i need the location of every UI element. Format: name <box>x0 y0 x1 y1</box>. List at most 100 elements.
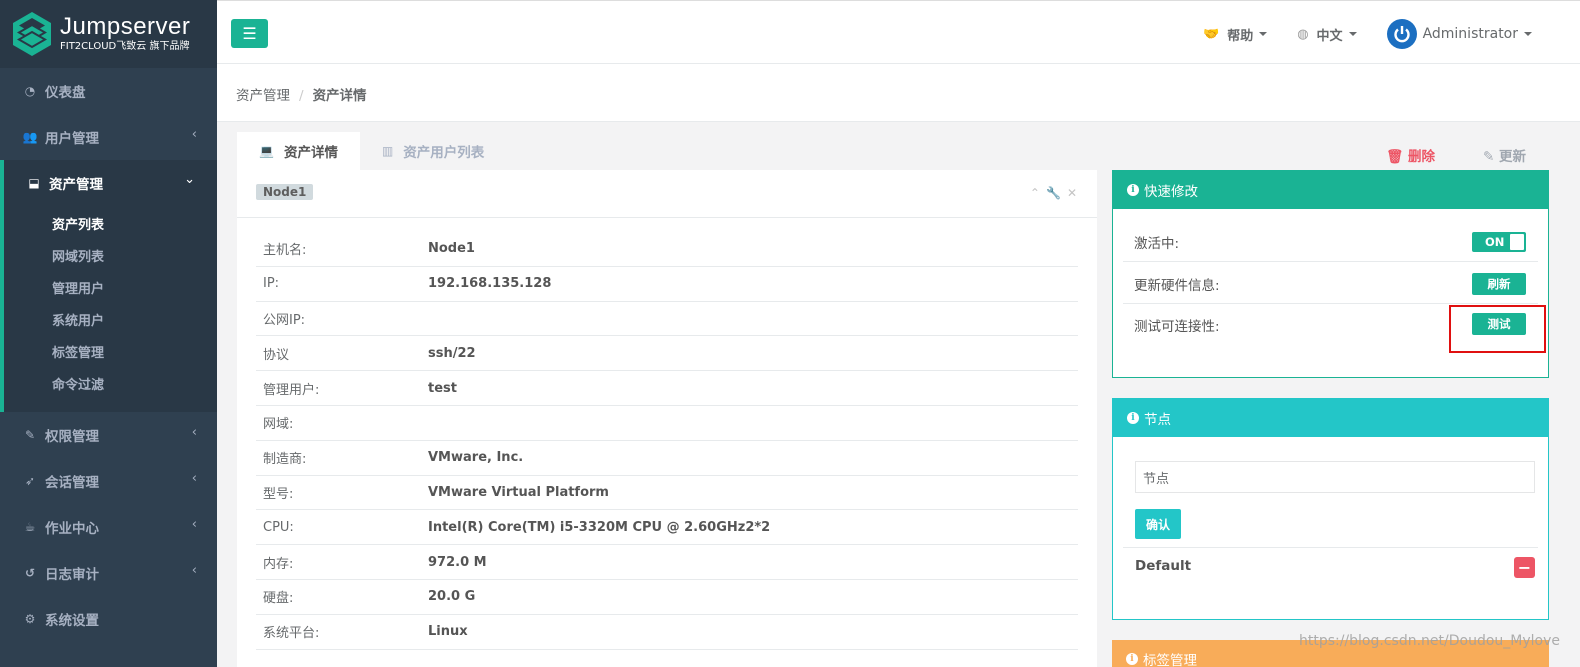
chevron-left-icon: ‹ <box>191 127 197 142</box>
field-key: 制造商: <box>263 452 307 468</box>
table-row: 系统平台: Linux <box>256 615 1078 650</box>
submenu-admin-users[interactable]: 管理用户 <box>4 274 217 306</box>
table-row: 公网IP: <box>256 302 1078 337</box>
info-icon: i <box>1126 652 1138 665</box>
close-icon[interactable]: ✕ <box>1067 186 1083 200</box>
breadcrumb: 资产管理 / 资产详情 <box>217 64 1580 122</box>
sidebar-item-jobs[interactable]: ☕ 作业中心 ‹ <box>0 504 217 550</box>
submenu-system-users[interactable]: 系统用户 <box>4 306 217 338</box>
table-row: 管理用户: test <box>256 371 1078 406</box>
sidebar-item-assets[interactable]: ⬓ 资产管理 ⌄ <box>0 160 217 206</box>
highlight-annotation <box>1449 305 1546 353</box>
edit-icon: ✎ <box>24 428 36 442</box>
list-item: Default − <box>1123 547 1538 583</box>
node-select-input[interactable]: 节点 <box>1135 461 1535 493</box>
active-toggle[interactable]: ON <box>1472 232 1526 252</box>
chevron-left-icon: ‹ <box>191 563 197 578</box>
field-value: Intel(R) Core(TM) i5-3320M CPU @ 2.60GHz… <box>428 519 771 535</box>
menu-toggle-button[interactable]: ☰ <box>231 19 268 48</box>
remove-node-button[interactable]: − <box>1514 557 1535 578</box>
submenu-domain-list[interactable]: 网域列表 <box>4 242 217 274</box>
trash-icon: 🗑 <box>1386 149 1404 165</box>
table-row: 协议 ssh/22 <box>256 336 1078 372</box>
table-row: 主机名: Node1 <box>256 232 1078 267</box>
coffee-icon: ☕ <box>24 520 36 534</box>
chevron-left-icon: ‹ <box>191 471 197 486</box>
sidebar-item-label: 权限管理 <box>45 429 99 445</box>
jumpserver-logo-icon <box>13 12 51 56</box>
confirm-node-button[interactable]: 确认 <box>1135 509 1181 539</box>
table-row: 内存: 972.0 M <box>256 545 1078 580</box>
field-value: 20.0 G <box>428 589 476 605</box>
history-icon: ↺ <box>24 566 36 580</box>
wrench-icon[interactable]: 🔧 <box>1046 186 1067 200</box>
hardware-row: 更新硬件信息: 刷新 <box>1123 265 1538 304</box>
submenu-labels[interactable]: 标签管理 <box>4 338 217 370</box>
sidebar: Jumpserver FIT2CLOUD飞致云 旗下品牌 ◔ 仪表盘 👥 用户管… <box>0 0 217 667</box>
logo[interactable]: Jumpserver FIT2CLOUD飞致云 旗下品牌 <box>0 0 217 68</box>
field-value: VMware Virtual Platform <box>428 484 609 500</box>
delete-label: 删除 <box>1407 149 1435 165</box>
sidebar-item-label: 会话管理 <box>45 475 99 491</box>
sidebar-item-users[interactable]: 👥 用户管理 ‹ <box>0 114 217 160</box>
chevron-left-icon: ‹ <box>191 425 197 440</box>
help-dropdown[interactable]: 🤝 帮助 <box>1203 25 1268 44</box>
field-value: Linux <box>428 624 468 640</box>
assets-submenu: 资产列表 网域列表 管理用户 系统用户 标签管理 命令过滤 <box>0 206 217 412</box>
tab-label: 资产详情 <box>283 145 338 161</box>
brand-name: Jumpserver <box>60 13 191 40</box>
delete-button[interactable]: 🗑 删除 <box>1386 145 1435 165</box>
inbox-icon: ⬓ <box>28 176 40 190</box>
sidebar-item-audit[interactable]: ↺ 日志审计 ‹ <box>0 550 217 596</box>
field-value: Node1 <box>428 241 475 257</box>
laptop-icon: 💻 <box>259 144 274 158</box>
sidebar-item-label: 系统设置 <box>45 613 99 629</box>
sidebar-item-settings[interactable]: ⚙ 系统设置 <box>0 596 217 642</box>
table-row: CPU: Intel(R) Core(TM) i5-3320M CPU @ 2.6… <box>256 510 1078 546</box>
users-icon: 👥 <box>22 130 38 144</box>
field-key: 型号: <box>263 486 294 502</box>
sidebar-item-sessions[interactable]: ➶ 会话管理 ‹ <box>0 458 217 504</box>
refresh-hardware-button[interactable]: 刷新 <box>1472 273 1526 295</box>
field-key: CPU: <box>263 519 294 535</box>
active-label: 激活中: <box>1134 236 1180 252</box>
field-key: IP: <box>263 276 280 292</box>
user-name: Administrator <box>1422 26 1518 42</box>
submenu-command-filters[interactable]: 命令过滤 <box>4 370 217 402</box>
power-icon <box>1393 26 1410 43</box>
info-icon: i <box>1127 412 1139 424</box>
update-label: 更新 <box>1499 149 1526 165</box>
avatar <box>1386 19 1417 49</box>
collapse-icon[interactable]: ⌃ <box>1030 186 1046 200</box>
panel-title: 标签管理 <box>1143 652 1197 667</box>
brand-tagline: FIT2CLOUD飞致云 旗下品牌 <box>60 41 190 52</box>
toggle-knob <box>1510 234 1524 250</box>
hamburger-icon: ☰ <box>242 24 257 43</box>
caret-down-icon <box>1524 32 1532 36</box>
tab-asset-users[interactable]: ▥ 资产用户列表 <box>360 132 506 170</box>
asset-detail-panel: Node1 ⌃🔧✕ 主机名: Node1 IP: 192.168.135.128 公… <box>237 170 1097 667</box>
field-key: 硬盘: <box>263 591 294 607</box>
field-key: 内存: <box>263 556 294 572</box>
globe-icon: ◍ <box>1297 26 1309 42</box>
caret-down-icon <box>1259 32 1268 36</box>
sidebar-item-dashboard[interactable]: ◔ 仪表盘 <box>0 68 217 114</box>
language-label: 中文 <box>1316 28 1343 44</box>
submenu-asset-list[interactable]: 资产列表 <box>4 210 217 242</box>
sidebar-item-perms[interactable]: ✎ 权限管理 ‹ <box>0 412 217 458</box>
asset-info-table: 主机名: Node1 IP: 192.168.135.128 公网IP: 协议 ssh… <box>256 232 1078 650</box>
chevron-left-icon: ‹ <box>191 517 197 532</box>
tab-asset-detail[interactable]: 💻 资产详情 <box>237 132 360 170</box>
info-icon: i <box>1127 184 1139 196</box>
rocket-icon: ➶ <box>24 474 36 488</box>
user-dropdown[interactable]: Administrator <box>1386 19 1532 49</box>
help-label: 帮助 <box>1227 28 1254 44</box>
breadcrumb-parent[interactable]: 资产管理 <box>236 88 290 104</box>
field-key: 管理用户: <box>263 382 320 398</box>
asset-name-badge: Node1 <box>256 184 314 200</box>
language-dropdown[interactable]: ◍ 中文 <box>1297 25 1357 44</box>
update-button[interactable]: ✎ 更新 <box>1483 145 1526 165</box>
field-key: 系统平台: <box>263 626 320 642</box>
handshake-icon: 🤝 <box>1203 26 1220 42</box>
field-key: 主机名: <box>263 243 307 259</box>
